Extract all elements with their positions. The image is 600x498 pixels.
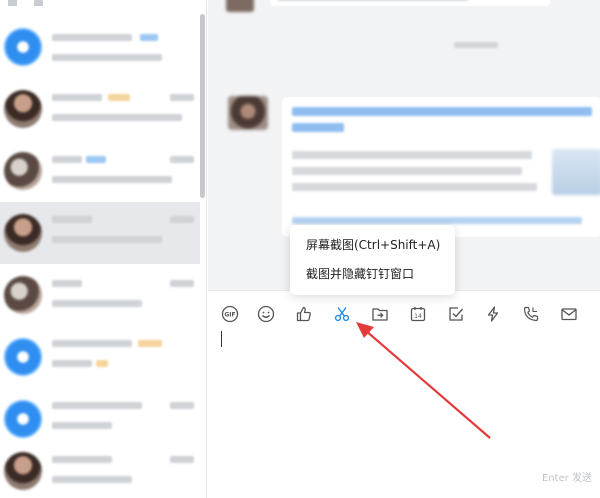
avatar	[4, 214, 42, 252]
message-bubble[interactable]	[282, 97, 600, 237]
text-caret	[221, 331, 222, 347]
conversation-time	[170, 402, 194, 409]
sidebar-topbar	[0, 0, 206, 16]
menu-item-screenshot-hide-window[interactable]: 截图并隐藏钉钉窗口	[306, 265, 414, 282]
message-bubble	[270, 0, 550, 6]
conversation-preview	[52, 476, 132, 483]
message-text	[292, 167, 522, 175]
conversation-preview	[52, 114, 182, 121]
conversation-time	[170, 156, 194, 163]
avatar	[4, 276, 42, 314]
conversation-item[interactable]	[0, 78, 200, 140]
conversation-title	[52, 94, 102, 101]
phone-icon	[523, 306, 539, 322]
conversation-item[interactable]	[0, 326, 200, 388]
emoji-button[interactable]	[253, 301, 279, 327]
conversation-title	[52, 402, 142, 409]
conversation-tag	[140, 34, 158, 41]
gif-button[interactable]: GIF	[217, 301, 243, 327]
avatar	[4, 400, 42, 438]
conversation-tag	[86, 156, 106, 163]
calendar-icon: 14	[410, 307, 426, 322]
checkbox-icon	[449, 307, 464, 321]
svg-text:GIF: GIF	[224, 312, 235, 319]
conversation-tag	[108, 94, 130, 101]
conversation-item-selected[interactable]	[0, 202, 200, 264]
conversation-preview	[52, 236, 162, 243]
composer-toolbar: GIF 14	[208, 301, 600, 327]
ding-button[interactable]	[480, 301, 506, 327]
conversation-item[interactable]	[0, 16, 200, 78]
avatar	[4, 452, 42, 490]
sidebar-top-icon[interactable]	[8, 0, 17, 6]
message-composer[interactable]: GIF 14 Enter 发送	[208, 290, 600, 498]
message-link[interactable]	[292, 217, 582, 224]
conversation-preview	[52, 176, 172, 183]
conversation-tag	[138, 340, 162, 347]
message-timestamp	[454, 42, 498, 48]
folder-send-icon	[372, 308, 388, 321]
message-link[interactable]	[292, 123, 344, 132]
conversation-title	[52, 280, 82, 287]
conversation-time	[170, 216, 194, 223]
conversation-tag	[96, 360, 108, 367]
avatar	[4, 338, 42, 376]
message-text	[292, 151, 532, 159]
svg-text:14: 14	[414, 313, 422, 320]
gif-icon: GIF	[221, 305, 239, 323]
scissors-icon	[334, 307, 350, 322]
avatar	[4, 90, 42, 128]
conversation-title	[52, 456, 112, 463]
mail-button[interactable]	[556, 301, 582, 327]
conversation-item[interactable]	[0, 140, 200, 202]
conversation-title	[52, 34, 132, 41]
message-text	[292, 183, 537, 191]
conversation-preview	[52, 54, 162, 61]
task-button[interactable]	[443, 301, 469, 327]
conversation-item[interactable]	[0, 264, 200, 326]
conversation-list	[0, 0, 207, 498]
send-file-button[interactable]	[367, 301, 393, 327]
lightning-icon	[487, 306, 499, 322]
call-button[interactable]	[518, 301, 544, 327]
mail-icon	[561, 308, 577, 321]
conversation-title	[52, 156, 82, 163]
conversation-preview	[52, 300, 142, 307]
conversation-time	[170, 456, 194, 463]
thumbs-up-button[interactable]	[291, 301, 317, 327]
conversation-time	[170, 280, 194, 287]
conversation-title	[52, 216, 92, 223]
sidebar-top-icon[interactable]	[34, 0, 43, 6]
screenshot-button[interactable]	[329, 301, 355, 327]
avatar	[4, 152, 42, 190]
screenshot-menu: 屏幕截图(Ctrl+Shift+A) 截图并隐藏钉钉窗口	[290, 225, 455, 295]
conversation-preview	[52, 360, 92, 367]
calendar-button[interactable]: 14	[405, 301, 431, 327]
sender-avatar[interactable]	[228, 96, 268, 130]
emoji-icon	[257, 305, 275, 323]
avatar	[4, 28, 42, 66]
conversation-title	[52, 340, 132, 347]
message-link[interactable]	[292, 107, 592, 116]
send-hint: Enter 发送	[542, 473, 593, 484]
message-link-thumbnail[interactable]	[552, 149, 600, 195]
conversation-time	[170, 94, 194, 101]
conversation-item[interactable]	[0, 440, 200, 498]
thumbs-up-icon	[296, 306, 311, 322]
conversation-preview	[52, 422, 112, 429]
sidebar-scrollbar[interactable]	[200, 14, 205, 198]
avatar	[226, 0, 254, 12]
menu-item-screenshot[interactable]: 屏幕截图(Ctrl+Shift+A)	[306, 236, 440, 253]
